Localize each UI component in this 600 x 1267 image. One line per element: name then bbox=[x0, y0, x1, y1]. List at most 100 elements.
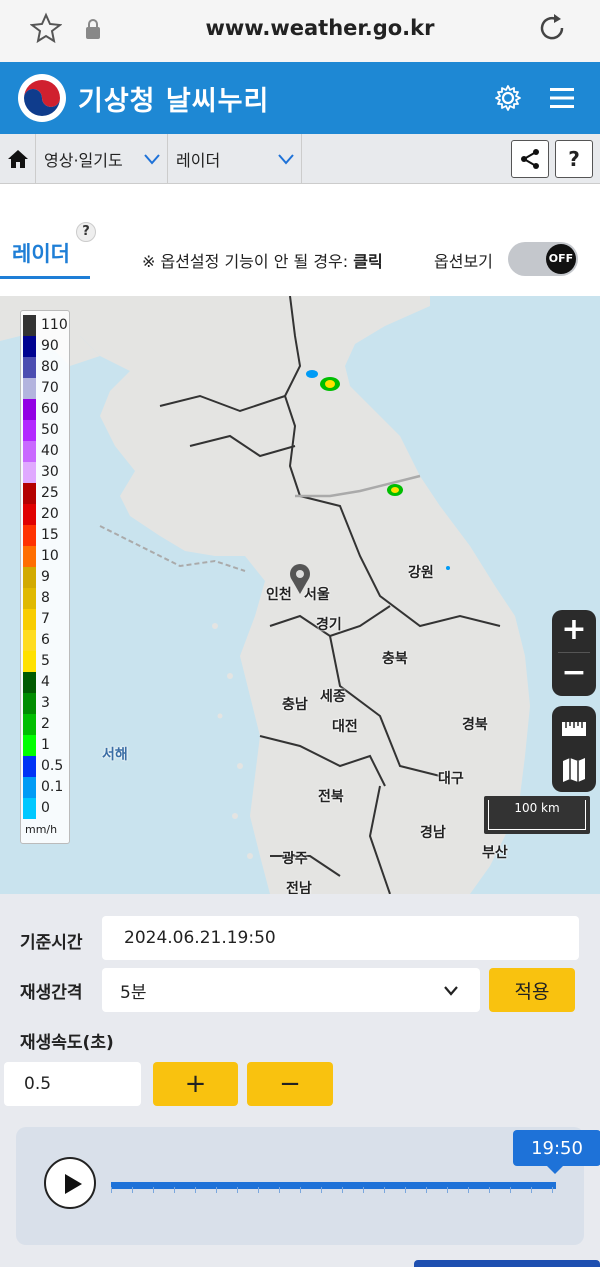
timeline-tick bbox=[216, 1187, 217, 1193]
legend-value: 110 bbox=[41, 317, 68, 333]
option-notice-link[interactable]: 클릭 bbox=[353, 252, 382, 271]
legend-swatch bbox=[23, 714, 36, 735]
share-button[interactable] bbox=[511, 140, 549, 178]
url-text[interactable]: www.weather.go.kr bbox=[0, 16, 600, 40]
timeline-player bbox=[16, 1127, 584, 1245]
legend-value: 25 bbox=[41, 485, 59, 501]
tab-underline bbox=[0, 276, 90, 279]
zoom-in-button[interactable]: + bbox=[552, 610, 596, 653]
legend-swatch bbox=[23, 546, 36, 567]
speed-input[interactable]: 0.5 bbox=[4, 1062, 141, 1106]
timeline-tick bbox=[132, 1187, 133, 1193]
home-button[interactable] bbox=[0, 134, 36, 184]
legend-value: 3 bbox=[41, 695, 50, 711]
timeline-tick bbox=[489, 1187, 490, 1193]
legend-swatch bbox=[23, 378, 36, 399]
scale-bar-text: 100 km bbox=[514, 801, 560, 815]
legend-row: 40 bbox=[23, 441, 69, 462]
legend-swatch bbox=[23, 315, 36, 336]
map-label: 세종 bbox=[320, 689, 346, 705]
help-button[interactable]: ? bbox=[555, 140, 593, 178]
legend-row: 20 bbox=[23, 504, 69, 525]
map-label: 전북 bbox=[318, 789, 344, 805]
timeline-tick bbox=[342, 1187, 343, 1193]
legend-row: 15 bbox=[23, 525, 69, 546]
legend-swatch bbox=[23, 441, 36, 462]
legend-row: 3 bbox=[23, 693, 69, 714]
speed-label: 재생속도(초) bbox=[20, 1033, 114, 1053]
legend-value: 30 bbox=[41, 464, 59, 480]
legend-swatch bbox=[23, 693, 36, 714]
legend-value: 70 bbox=[41, 380, 59, 396]
tab-help-icon[interactable]: ? bbox=[76, 222, 96, 242]
legend-swatch bbox=[23, 336, 36, 357]
category-dropdown-label: 영상·일기도 bbox=[44, 151, 123, 170]
current-time-bubble: 19:50 bbox=[513, 1130, 600, 1174]
legend-row: 25 bbox=[23, 483, 69, 504]
legend-value: 10 bbox=[41, 548, 59, 564]
legend-row: 60 bbox=[23, 399, 69, 420]
zoom-out-button[interactable]: − bbox=[552, 653, 596, 696]
legend-value: 0 bbox=[41, 800, 50, 816]
legend-swatch bbox=[23, 672, 36, 693]
kma-logo[interactable] bbox=[18, 74, 66, 122]
ruler-icon[interactable] bbox=[560, 714, 588, 742]
site-header: 기상청 날씨누리 bbox=[0, 62, 600, 134]
legend-value: 15 bbox=[41, 527, 59, 543]
timeline-tick bbox=[174, 1187, 175, 1193]
legend-swatch bbox=[23, 630, 36, 651]
legend-row: 7 bbox=[23, 609, 69, 630]
speed-plus-button[interactable]: + bbox=[153, 1062, 238, 1106]
hamburger-menu-icon[interactable] bbox=[548, 86, 576, 110]
options-toggle[interactable]: OFF bbox=[508, 242, 578, 276]
bottom-tab-edge bbox=[414, 1260, 600, 1267]
play-icon bbox=[65, 1174, 82, 1194]
map-label: 경기 bbox=[316, 617, 342, 633]
chevron-down-icon bbox=[444, 986, 458, 996]
radar-map[interactable]: 강원 인천 서울 경기 충북 충남 세종 대전 경북 대구 전북 경남 광주 부… bbox=[0, 296, 600, 894]
legend-value: 4 bbox=[41, 674, 50, 690]
base-time-input[interactable]: 2024.06.21.19:50 bbox=[102, 916, 579, 960]
interval-select[interactable]: 5분 bbox=[102, 968, 480, 1012]
legend-swatch bbox=[23, 525, 36, 546]
chevron-down-icon bbox=[278, 154, 294, 165]
legend-row: 0 bbox=[23, 798, 69, 819]
legend-row: 10 bbox=[23, 546, 69, 567]
legend-value: 0.5 bbox=[41, 758, 64, 774]
site-title[interactable]: 기상청 날씨누리 bbox=[78, 79, 269, 118]
gear-icon[interactable] bbox=[494, 84, 522, 112]
timeline-tick bbox=[510, 1187, 511, 1193]
map-label: 광주 bbox=[282, 851, 308, 867]
timeline-tick bbox=[300, 1187, 301, 1193]
share-icon bbox=[521, 149, 539, 169]
play-button[interactable] bbox=[44, 1157, 96, 1209]
tab-radar[interactable]: 레이더 bbox=[12, 238, 70, 268]
legend-swatch bbox=[23, 735, 36, 756]
map-label: 서울 bbox=[304, 587, 330, 603]
option-notice-text: ※ 옵션설정 기능이 안 될 경우: bbox=[142, 252, 354, 271]
map-label: 대전 bbox=[332, 719, 358, 735]
legend-swatch bbox=[23, 777, 36, 798]
timeline-tick bbox=[426, 1187, 427, 1193]
reload-icon[interactable] bbox=[536, 12, 568, 44]
subcategory-dropdown[interactable]: 레이더 bbox=[168, 134, 302, 184]
timeline-tick bbox=[384, 1187, 385, 1193]
speed-minus-button[interactable]: − bbox=[247, 1062, 333, 1106]
timeline-tick bbox=[552, 1187, 553, 1193]
precipitation-legend: mm/h 110 90 80 70 60 50 40 30 25 20 15 10 9 8 7 6 5 4 3 2 1 0… bbox=[20, 310, 70, 844]
legend-value: 40 bbox=[41, 443, 59, 459]
legend-value: 9 bbox=[41, 569, 50, 585]
legend-value: 7 bbox=[41, 611, 50, 627]
legend-row: 9 bbox=[23, 567, 69, 588]
option-notice: ※ 옵션설정 기능이 안 될 경우: 클릭 bbox=[142, 248, 383, 272]
category-dropdown[interactable]: 영상·일기도 bbox=[36, 134, 168, 184]
sea-label: 서해 bbox=[102, 747, 128, 763]
tab-row: 레이더 ? ※ 옵션설정 기능이 안 될 경우: 클릭 옵션보기 OFF bbox=[0, 184, 600, 296]
legend-value: 80 bbox=[41, 359, 59, 375]
legend-swatch bbox=[23, 756, 36, 777]
apply-button[interactable]: 적용 bbox=[489, 968, 575, 1012]
map-label: 강원 bbox=[408, 565, 434, 581]
legend-swatch bbox=[23, 357, 36, 378]
map-layer-icon[interactable] bbox=[560, 756, 588, 784]
legend-row: 4 bbox=[23, 672, 69, 693]
